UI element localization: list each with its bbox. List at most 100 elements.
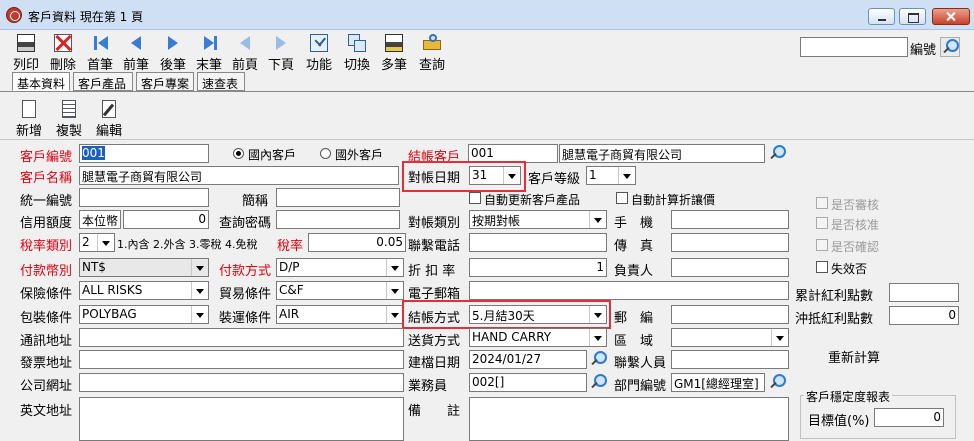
- mailing-address-label: 通訊地址: [20, 334, 73, 349]
- customer-level-select[interactable]: 1: [586, 166, 636, 185]
- billing-customer-name-input[interactable]: 腿慧電子商貿有限公司: [559, 144, 765, 163]
- edit-button[interactable]: 編輯: [96, 100, 124, 139]
- short-name-input[interactable]: [276, 188, 400, 207]
- customer-name-input[interactable]: 腿慧電子商貿有限公司: [79, 166, 399, 185]
- customer-no-input[interactable]: 001: [79, 144, 209, 163]
- minimize-button[interactable]: [868, 8, 895, 25]
- email-input[interactable]: [469, 281, 789, 300]
- shipping-terms-select[interactable]: AIR: [276, 305, 404, 324]
- chevron-down-icon: [386, 282, 403, 299]
- approved-checkbox[interactable]: [816, 217, 828, 229]
- shipping-terms-label: 裝運條件: [219, 311, 272, 326]
- audited-label: 是否審核: [831, 198, 880, 212]
- region-select[interactable]: [671, 328, 789, 347]
- salesman-input[interactable]: 002[]: [469, 373, 587, 392]
- postal-code-input[interactable]: [671, 305, 789, 324]
- bonus-offset-input[interactable]: 0: [889, 306, 959, 325]
- invoice-address-input[interactable]: [79, 350, 404, 369]
- tax-type-value: 2: [82, 235, 90, 249]
- department-lookup-icon[interactable]: [768, 373, 786, 391]
- next-page-button[interactable]: 下頁: [263, 34, 299, 73]
- confirmed-checkbox[interactable]: [816, 239, 828, 251]
- delivery-method-select[interactable]: HAND CARRY: [469, 328, 607, 347]
- previous-record-icon: [127, 34, 145, 52]
- last-record-button[interactable]: 末筆: [191, 34, 227, 73]
- credit-value-input[interactable]: 0: [123, 210, 209, 229]
- credit-currency-input[interactable]: 本位幣: [79, 210, 121, 229]
- created-date-input[interactable]: 2024/01/27: [469, 350, 587, 369]
- note-input[interactable]: [469, 397, 789, 441]
- foreign-radio[interactable]: [320, 148, 331, 159]
- trade-terms-select[interactable]: C&F: [276, 281, 404, 300]
- department-input[interactable]: GM1[總經理室]: [671, 373, 765, 392]
- tax-type-description: 1.內含 2.外含 3.零稅 4.免稅: [117, 238, 258, 251]
- query-button[interactable]: 查詢: [414, 34, 450, 73]
- copy-label: 複製: [56, 124, 83, 139]
- recon-date-highlight: [402, 161, 526, 192]
- copy-button[interactable]: 複製: [56, 100, 84, 139]
- fax-input[interactable]: [671, 233, 789, 252]
- chevron-down-icon: [589, 329, 606, 346]
- switch-button[interactable]: 切換: [339, 34, 375, 73]
- tab-customer-projects[interactable]: 客戶專案: [136, 72, 194, 91]
- mobile-label: 手 機: [614, 216, 654, 231]
- mobile-input[interactable]: [671, 210, 789, 229]
- billing-customer-lookup-icon[interactable]: [768, 144, 786, 162]
- next-record-button[interactable]: 後筆: [155, 34, 191, 73]
- currency-select[interactable]: NT$: [79, 258, 209, 277]
- query-label: 查詢: [418, 58, 445, 73]
- note-label: 備 註: [408, 404, 461, 419]
- delete-button[interactable]: 刪除: [45, 34, 81, 73]
- mailing-address-input[interactable]: [79, 328, 404, 347]
- target-value-input[interactable]: 0: [874, 408, 944, 427]
- contact-phone-input[interactable]: [469, 233, 607, 252]
- tax-rate-label: 稅率: [277, 239, 304, 254]
- website-input[interactable]: [79, 373, 404, 392]
- printer-icon: [17, 34, 35, 52]
- previous-page-button[interactable]: 前頁: [227, 34, 263, 73]
- first-record-button[interactable]: 首筆: [82, 34, 118, 73]
- audited-checkbox[interactable]: [816, 197, 828, 209]
- fax-label: 傳 真: [614, 239, 654, 254]
- close-button[interactable]: [932, 8, 970, 25]
- function-icon: [310, 34, 328, 52]
- search-button[interactable]: [940, 37, 960, 57]
- next-record-icon: [164, 34, 182, 52]
- new-button[interactable]: 新增: [16, 100, 44, 139]
- contact-person-input[interactable]: [671, 350, 789, 369]
- packing-select[interactable]: POLYBAG: [79, 305, 209, 324]
- insurance-value: ALL RISKS: [82, 283, 143, 297]
- tab-customer-products[interactable]: 客戶產品: [73, 72, 133, 91]
- function-button[interactable]: 功能: [301, 34, 337, 73]
- bonus-total-input[interactable]: [889, 283, 959, 302]
- auto-discount-checkbox[interactable]: [616, 192, 628, 204]
- english-address-input[interactable]: [79, 397, 404, 441]
- english-address-label: 英文地址: [20, 404, 73, 419]
- tab-basic-info[interactable]: 基本資料: [12, 72, 70, 91]
- insurance-select[interactable]: ALL RISKS: [79, 281, 209, 300]
- print-button[interactable]: 列印: [8, 34, 44, 73]
- tax-type-select[interactable]: 2: [79, 233, 115, 252]
- query-password-input[interactable]: [276, 210, 400, 229]
- recalculate-button[interactable]: 重新計算: [828, 347, 880, 366]
- chevron-down-icon: [771, 329, 788, 346]
- created-date-lookup-icon[interactable]: [589, 350, 607, 368]
- tax-rate-input[interactable]: 0.05: [308, 233, 406, 252]
- recon-type-select[interactable]: 按期對帳: [469, 210, 607, 229]
- record-number-label: 編號: [910, 43, 937, 58]
- domestic-radio[interactable]: [233, 148, 244, 159]
- discount-rate-input[interactable]: 1: [469, 258, 607, 277]
- previous-record-button[interactable]: 前筆: [118, 34, 154, 73]
- multi-record-button[interactable]: 多筆: [376, 34, 412, 73]
- record-number-input[interactable]: [800, 37, 908, 57]
- discount-rate-label: 折 扣 率: [408, 264, 456, 279]
- invalid-checkbox[interactable]: [816, 261, 828, 273]
- tab-quick-lookup[interactable]: 速查表: [197, 72, 245, 91]
- edit-document-icon: [102, 100, 116, 118]
- payment-method-select[interactable]: D/P: [276, 258, 404, 277]
- auto-update-checkbox[interactable]: [469, 192, 481, 204]
- maximize-button[interactable]: [899, 8, 926, 25]
- tax-id-input[interactable]: [79, 188, 209, 207]
- salesman-lookup-icon[interactable]: [589, 373, 607, 391]
- owner-input[interactable]: [671, 258, 789, 277]
